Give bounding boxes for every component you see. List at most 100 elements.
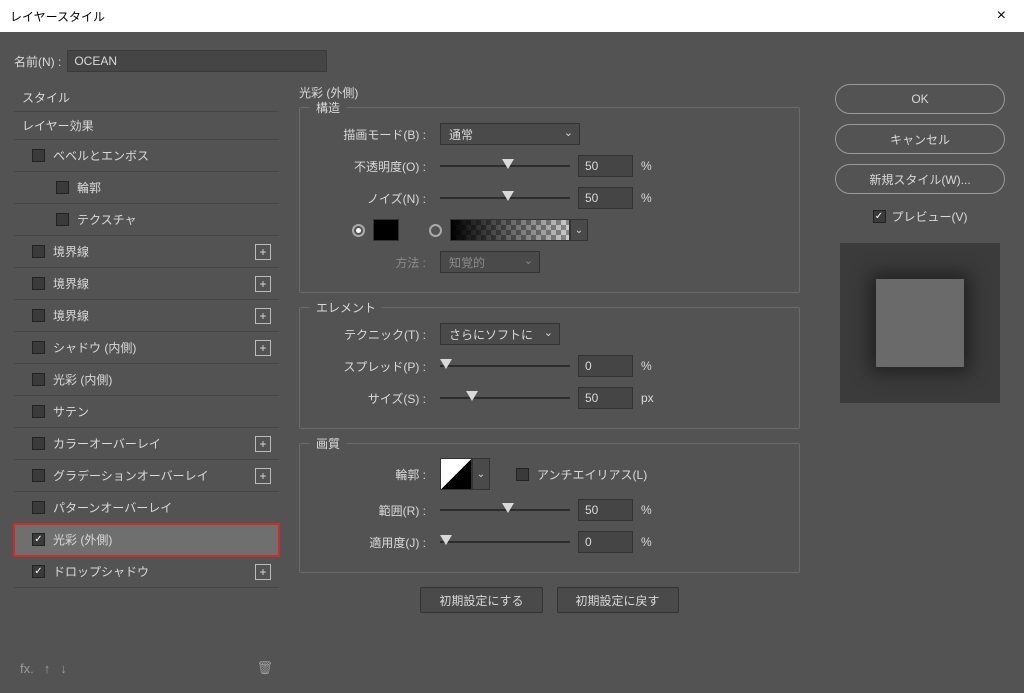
cancel-button[interactable]: キャンセル (835, 124, 1005, 154)
opacity-slider[interactable] (440, 161, 570, 171)
add-effect-icon[interactable]: + (255, 436, 271, 452)
style-item-label: カラーオーバーレイ (53, 435, 161, 452)
style-item-label: シャドウ (内側) (53, 339, 136, 356)
size-slider[interactable] (440, 393, 570, 403)
style-item-checkbox[interactable] (56, 181, 69, 194)
size-unit: px (641, 391, 663, 405)
add-effect-icon[interactable]: + (255, 468, 271, 484)
method-select: 知覚的 (440, 251, 540, 273)
range-slider[interactable] (440, 505, 570, 515)
name-input[interactable] (67, 50, 327, 72)
antialias-checkbox[interactable] (516, 468, 529, 481)
style-item-checkbox[interactable] (32, 405, 45, 418)
style-item-label: 輪郭 (77, 179, 101, 196)
move-up-icon[interactable]: ↑ (44, 661, 51, 676)
layer-effects-header[interactable]: レイヤー効果 (14, 112, 279, 140)
noise-label: ノイズ(N) : (312, 190, 432, 207)
close-icon[interactable]: × (989, 3, 1014, 29)
range-unit: % (641, 503, 663, 517)
style-item-label: 境界線 (53, 243, 89, 260)
gradient-swatch[interactable] (450, 219, 570, 241)
style-item-checkbox[interactable] (56, 213, 69, 226)
spread-label: スプレッド(P) : (312, 358, 432, 375)
style-item-checkbox[interactable] (32, 149, 45, 162)
style-item-checkbox[interactable] (32, 245, 45, 258)
style-item[interactable]: テクスチャ (14, 204, 279, 236)
style-item-checkbox[interactable] (32, 437, 45, 450)
ok-button[interactable]: OK (835, 84, 1005, 114)
style-item-label: グラデーションオーバーレイ (53, 467, 209, 484)
dialog-content: 名前(N) : スタイル レイヤー効果 ベベルとエンボス輪郭テクスチャ境界線+境… (0, 32, 1024, 693)
style-item-label: サテン (53, 403, 89, 420)
right-panel: OK キャンセル 新規スタイル(W)... プレビュー(V) (830, 84, 1010, 683)
add-effect-icon[interactable]: + (255, 276, 271, 292)
range-label: 範囲(R) : (312, 502, 432, 519)
style-item[interactable]: カラーオーバーレイ + (14, 428, 279, 460)
range-input[interactable]: 50 (578, 499, 633, 521)
gradient-radio[interactable] (429, 224, 442, 237)
style-item[interactable]: ベベルとエンボス (14, 140, 279, 172)
style-item-checkbox[interactable] (32, 277, 45, 290)
gradient-dropdown-icon[interactable]: ⌄ (570, 219, 588, 241)
noise-input[interactable]: 50 (578, 187, 633, 209)
style-item[interactable]: 境界線 + (14, 236, 279, 268)
noise-unit: % (641, 191, 663, 205)
spread-unit: % (641, 359, 663, 373)
reset-default-button[interactable]: 初期設定に戻す (557, 587, 679, 613)
style-item[interactable]: 境界線+ (14, 300, 279, 332)
technique-select[interactable]: さらにソフトに (440, 323, 560, 345)
contour-dropdown-icon[interactable]: ⌄ (472, 458, 490, 490)
style-item[interactable]: 光彩 (外側) (14, 524, 279, 556)
name-row: 名前(N) : (14, 50, 1010, 72)
style-item[interactable]: グラデーションオーバーレイ + (14, 460, 279, 492)
style-item-label: ドロップシャドウ (53, 563, 149, 580)
style-item[interactable]: 境界線+ (14, 268, 279, 300)
style-item-checkbox[interactable] (32, 533, 45, 546)
style-item[interactable]: パターンオーバーレイ (14, 492, 279, 524)
style-item-checkbox[interactable] (32, 309, 45, 322)
jitter-input[interactable]: 0 (578, 531, 633, 553)
noise-slider[interactable] (440, 193, 570, 203)
style-item-checkbox[interactable] (32, 373, 45, 386)
add-effect-icon[interactable]: + (255, 244, 271, 260)
opacity-input[interactable]: 50 (578, 155, 633, 177)
size-input[interactable]: 50 (578, 387, 633, 409)
style-item-label: テクスチャ (77, 211, 137, 228)
preview-box (840, 243, 1000, 403)
style-item-checkbox[interactable] (32, 501, 45, 514)
style-item-checkbox[interactable] (32, 341, 45, 354)
opacity-unit: % (641, 159, 663, 173)
style-item-label: パターンオーバーレイ (53, 499, 172, 516)
blend-mode-select[interactable]: 通常 (440, 123, 580, 145)
element-legend: エレメント (310, 299, 382, 316)
add-effect-icon[interactable]: + (255, 308, 271, 324)
jitter-slider[interactable] (440, 537, 570, 547)
style-item[interactable]: サテン (14, 396, 279, 428)
color-swatch[interactable] (373, 219, 399, 241)
styles-header[interactable]: スタイル (14, 84, 279, 112)
contour-swatch[interactable] (440, 458, 472, 490)
style-item[interactable]: 輪郭 (14, 172, 279, 204)
trash-icon[interactable]: 🗑 (256, 660, 273, 676)
name-label: 名前(N) : (14, 53, 61, 70)
move-down-icon[interactable]: ↓ (60, 661, 67, 676)
style-item[interactable]: 光彩 (内側) (14, 364, 279, 396)
spread-slider[interactable] (440, 361, 570, 371)
preview-checkbox[interactable] (873, 210, 886, 223)
fx-icon[interactable]: fx. (20, 661, 34, 676)
add-effect-icon[interactable]: + (255, 564, 271, 580)
add-effect-icon[interactable]: + (255, 340, 271, 356)
structure-group: 構造 描画モード(B) : 通常 不透明度(O) : 50 % ノ (299, 107, 800, 293)
new-style-button[interactable]: 新規スタイル(W)... (835, 164, 1005, 194)
style-item[interactable]: ドロップシャドウ + (14, 556, 279, 588)
window-title: レイヤースタイル (10, 8, 105, 25)
settings-panel: 光彩 (外側) 構造 描画モード(B) : 通常 不透明度(O) : 50 % (299, 84, 810, 683)
spread-input[interactable]: 0 (578, 355, 633, 377)
style-item-label: 光彩 (内側) (53, 371, 112, 388)
style-item[interactable]: シャドウ (内側) + (14, 332, 279, 364)
make-default-button[interactable]: 初期設定にする (420, 587, 542, 613)
style-item-checkbox[interactable] (32, 565, 45, 578)
opacity-label: 不透明度(O) : (312, 158, 432, 175)
style-item-checkbox[interactable] (32, 469, 45, 482)
color-radio[interactable] (352, 224, 365, 237)
